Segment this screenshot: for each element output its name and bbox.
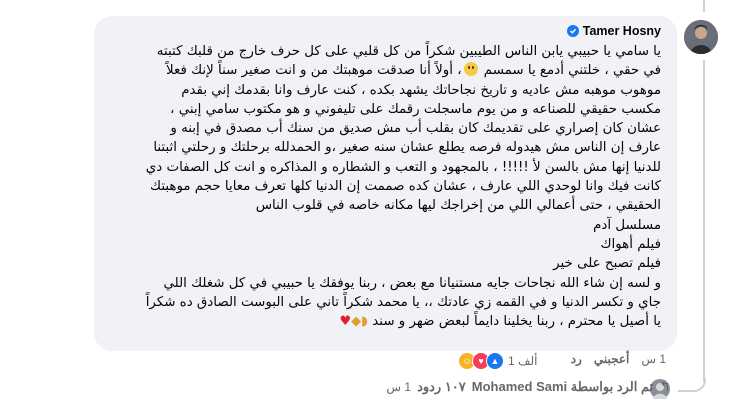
- red-heart-icon: ♥: [339, 314, 352, 330]
- reply-button[interactable]: رد: [571, 352, 582, 366]
- comment-bubble: Tamer Hosny يا سامي يا حبيبي يابن الناس …: [94, 16, 677, 351]
- comment-actions: 1 س أعجبني رد: [559, 352, 666, 366]
- like-reaction-icon: ▲: [486, 352, 504, 370]
- comment-line: فيلم أهواك: [600, 236, 662, 252]
- comment-line: يا سامي يا حبيبي يابن الناس الطيبين شكرا…: [156, 44, 661, 59]
- comment-line-text: يا أصيل يا محترم ، ربنا يخلينا دايماً لب…: [372, 314, 661, 330]
- comment-body: يا سامي يا حبيبي يابن الناس الطيبين شكرا…: [106, 42, 661, 331]
- comment-line: و لسه إن شاء الله نجاحات جايه مستنيانا م…: [163, 275, 661, 291]
- thread-connector-top: [703, 0, 705, 12]
- comment-line: موهوب موهبه مش عاديه و تاريخ نجاحاتك يشه…: [181, 82, 661, 98]
- smiling-face-icon: [463, 62, 478, 77]
- comment-line: مسلسل آدم: [593, 217, 661, 233]
- comment-line: كانت فيك وانا لوحدي اللي عارف ، عشان كده…: [150, 179, 661, 195]
- comment-author-name[interactable]: Tamer Hosny: [583, 24, 661, 38]
- commenter-avatar[interactable]: [684, 20, 718, 54]
- comment-line: عشان كان إصراري على تقديمك كان بقلب أب م…: [170, 121, 661, 137]
- reply-arrow-icon: ↰: [659, 378, 671, 394]
- comment-line-text: ، أولاً أنا صدقت موهبتك من و انت صغير سن…: [166, 63, 462, 79]
- verified-badge-icon: [566, 25, 579, 37]
- comment-line: عارف إن الناس مش هيدوله فرصه يطلع عشان س…: [153, 140, 661, 156]
- flexed-biceps-icon: ◗: [361, 314, 368, 330]
- comment-line-text: في حقي ، خلتني أدمع يا سمسم: [483, 63, 661, 79]
- view-replies-link[interactable]: ↰ تم الرد بواسطة Mohamed Sami ١٠٧ ردود 1…: [386, 378, 671, 395]
- comment-line: للدنيا إنها مش بالسن لأ !!!!! ، بالمجهود…: [145, 159, 661, 175]
- reaction-summary[interactable]: ☺ ♥ ▲ 1 ألف: [458, 352, 537, 370]
- comment-time[interactable]: 1 س: [641, 352, 666, 366]
- comment-line: جاي و تكسر الدنيا و في القمه زي عادتك ،،…: [145, 294, 661, 310]
- comment-line: يا أصيل يا محترم ، ربنا يخلينا دايماً لب…: [106, 312, 661, 331]
- comment-author-row: Tamer Hosny: [566, 24, 661, 38]
- comment-line: الحقيقي ، حتى أعمالي اللي من إخراجك ليها…: [255, 198, 661, 214]
- like-button[interactable]: أعجبني: [594, 352, 629, 366]
- reaction-count: 1 ألف: [508, 354, 538, 368]
- comment-line: مكسب حقيقي للصناعه و من يوم ماسجلت رقمك …: [170, 101, 661, 117]
- comment-line: فيلم تصبح على خير: [553, 256, 661, 272]
- replies-count: ١٠٧ ردود: [417, 378, 466, 394]
- replies-time: 1 س: [386, 379, 412, 394]
- comment-line: في حقي ، خلتني أدمع يا سمسم ، أولاً أنا …: [106, 61, 661, 80]
- hands-icon: ◆: [351, 314, 362, 330]
- thread-connector-replies: [703, 60, 705, 382]
- reply-connector-curve: [678, 378, 706, 392]
- replies-label: تم الرد بواسطة Mohamed Sami: [471, 378, 654, 394]
